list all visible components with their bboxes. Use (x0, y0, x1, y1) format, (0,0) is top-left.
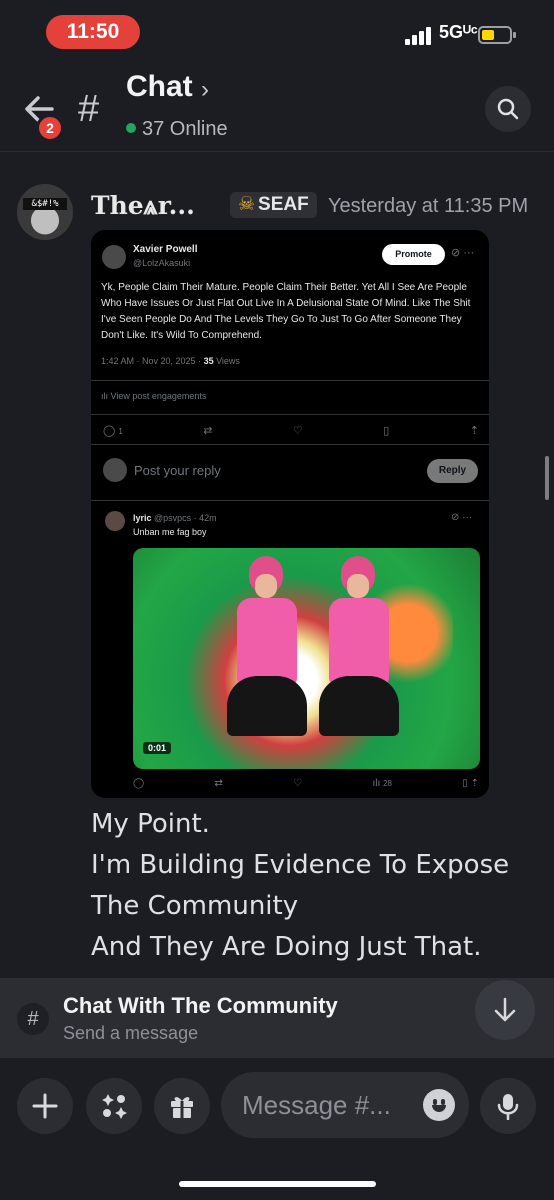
more-icon: ⊘ ··· (451, 512, 473, 523)
tweet-avatar (102, 245, 126, 269)
apps-button[interactable] (86, 1078, 142, 1134)
message-body: My Point. I'm Building Evidence To Expos… (91, 806, 521, 970)
status-time: 11:50 (46, 15, 140, 49)
chevron-right-icon[interactable]: › (201, 76, 209, 104)
divider (91, 500, 489, 501)
like-icon: ♡ (293, 778, 303, 789)
avatar[interactable]: &$#!% (17, 184, 73, 240)
search-button[interactable] (485, 86, 531, 132)
dancer-figure (315, 556, 403, 756)
chart-icon: ılı (101, 391, 111, 401)
status-bar: 11:50 5Gᵁᶜ (0, 0, 554, 62)
views-icon: ılı 28 (372, 778, 392, 789)
retweet-icon: ⇄ (203, 425, 213, 437)
avatar-censor-bar: &$#!% (23, 198, 67, 210)
banner-subtitle: Send a message (63, 1023, 199, 1043)
role-tag[interactable]: ☠ SEAF (230, 192, 317, 218)
video-thumbnail: 0:01 (133, 548, 480, 769)
bookmark-icon: ▯ (383, 425, 390, 437)
plus-icon (32, 1093, 58, 1119)
hash-icon: # (17, 1003, 49, 1035)
channel-title[interactable]: Chat (126, 70, 193, 104)
hash-icon: # (78, 88, 100, 130)
reply-icon: ◯ 1 (103, 425, 123, 437)
message-input[interactable]: Message #... (221, 1072, 469, 1138)
divider (91, 380, 489, 381)
voice-button[interactable] (480, 1078, 536, 1134)
message-line: My Point. (91, 809, 210, 839)
reply-tweet-avatar (105, 511, 125, 531)
message-line: And They Are Doing Just That. (91, 932, 482, 962)
online-dot-icon (126, 123, 136, 133)
more-icon: ⊘ ··· (451, 247, 475, 259)
banner-title: Chat With The Community (63, 993, 338, 1018)
network-label: 5Gᵁᶜ (439, 22, 478, 42)
skull-icon: ☠ (238, 194, 256, 215)
dancer-figure (223, 556, 311, 756)
battery-icon (478, 26, 516, 44)
channel-header: 2 # Chat › 37 Online (0, 62, 554, 152)
add-attachment-button[interactable] (17, 1078, 73, 1134)
unread-badge: 2 (36, 114, 64, 142)
scrollbar[interactable] (545, 456, 549, 500)
promote-button: Promote (382, 244, 445, 265)
divider (91, 444, 489, 445)
message-line: I'm Building Evidence To Expose (91, 850, 510, 880)
like-icon: ♡ (292, 425, 303, 437)
microphone-icon (497, 1094, 519, 1120)
share-icon: ⇡ (469, 425, 479, 437)
tweet-author-handle: @LolzAkasuki (133, 258, 191, 268)
bookmark-share-icon: ▯ ⇡ (462, 778, 479, 789)
reply-tweet-text: Unban me fag boy (133, 527, 207, 537)
reply-tweet-author: lyric @psvpcs · 42m (133, 513, 217, 523)
online-count: 37 Online (126, 118, 228, 141)
home-indicator (179, 1181, 376, 1187)
message-timestamp: Yesterday at 11:35 PM (328, 195, 529, 217)
message-author[interactable]: The⩓r... (91, 191, 195, 221)
divider (91, 414, 489, 415)
reply-icon: ◯ (133, 778, 145, 789)
tweet-engagements: ılı View post engagements (101, 391, 207, 401)
gift-icon (171, 1097, 193, 1118)
arrow-down-icon (494, 997, 516, 1022)
tweet-text: Yk, People Claim Their Mature. People Cl… (101, 282, 471, 341)
message-input-placeholder: Message #... (242, 1090, 391, 1120)
reply-avatar (103, 458, 127, 482)
reply-button: Reply (427, 459, 478, 483)
image-attachment[interactable]: Xavier Powell @LolzAkasuki Promote ⊘ ···… (91, 230, 489, 798)
gift-button[interactable] (154, 1078, 210, 1134)
search-icon (497, 98, 519, 120)
tweet-actions: ◯ 1 ⇄ ♡ ▯ ⇡ (103, 424, 479, 437)
message-line: The Community (91, 891, 299, 921)
tweet-meta: 1:42 AM · Nov 20, 2025 · 35 Views (101, 356, 240, 366)
reply-tweet-actions: ◯ ⇄ ♡ ılı 28 ▯ ⇡ (133, 778, 479, 789)
retweet-icon: ⇄ (214, 778, 223, 789)
channel-banner[interactable]: # Chat With The Community Send a message (0, 978, 554, 1058)
emoji-icon[interactable] (423, 1089, 455, 1121)
jump-to-bottom-button[interactable] (475, 980, 535, 1040)
video-duration: 0:01 (143, 742, 172, 754)
signal-icon (405, 27, 433, 45)
reply-placeholder: Post your reply (134, 463, 221, 478)
apps-icon (102, 1094, 127, 1119)
tweet-author-name: Xavier Powell (133, 244, 198, 255)
